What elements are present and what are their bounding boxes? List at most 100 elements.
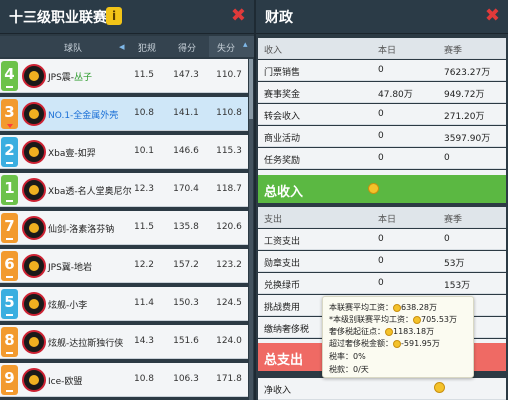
team-row[interactable]: 5 炫舰-小李 11.4 150.3 124.5 xyxy=(0,287,248,321)
rank-badge: 6 xyxy=(1,251,18,281)
finance-today: 0 xyxy=(378,234,384,244)
team-name-text: 炫舰-达拉斯独行侠 xyxy=(48,339,124,349)
col-fouls[interactable]: 犯规 xyxy=(138,41,156,54)
fouls-value: 12.3 xyxy=(133,184,155,194)
fouls-value: 10.8 xyxy=(133,374,155,384)
team-row[interactable]: 1 Xba透-名人堂奥尼尔 12.3 170.4 118.7 xyxy=(0,173,248,207)
rank-number: 6 xyxy=(4,255,15,273)
coin-icon xyxy=(413,315,421,324)
tip-value-avg: 638.28万 xyxy=(401,303,437,312)
against-value: 124.5 xyxy=(216,298,242,308)
rank-badge: 1 xyxy=(1,175,18,205)
rank-same-icon xyxy=(6,314,13,316)
tip-label-avg: 本联赛平均工资： xyxy=(329,303,393,312)
fouls-value: 11.5 xyxy=(133,222,155,232)
team-row[interactable]: 4 JPS震-丛子 11.5 147.3 110.7 xyxy=(0,59,248,93)
against-value: 110.8 xyxy=(216,108,242,118)
league-header: 十三级职业联赛 i ✖ xyxy=(0,0,254,34)
net-income-label: 净收入 xyxy=(264,386,292,396)
team-row[interactable]: 9 Ice-欧盟 10.8 106.3 171.8 xyxy=(0,363,248,397)
total-income-label: 总收入 xyxy=(264,185,304,200)
finance-season: 3597.90万 xyxy=(444,134,491,144)
team-logo xyxy=(22,292,46,316)
fouls-value: 11.5 xyxy=(133,70,155,80)
against-value: 115.3 xyxy=(216,146,242,156)
finance-row: 工资支出 0 0 xyxy=(258,229,506,250)
rank-number: 8 xyxy=(4,331,15,349)
table-header: 支出 本日 赛季 xyxy=(258,207,506,228)
team-name-text: JPS冀-地岩 xyxy=(48,263,93,273)
rank-same-icon xyxy=(6,86,13,88)
info-icon[interactable]: i xyxy=(106,7,122,25)
team-logo xyxy=(22,330,46,354)
col-category: 支出 xyxy=(264,215,283,225)
close-icon[interactable]: ✖ xyxy=(231,6,246,26)
rank-number: 5 xyxy=(4,293,15,311)
team-logo xyxy=(22,368,46,392)
against-value: 123.2 xyxy=(216,260,242,270)
close-icon[interactable]: ✖ xyxy=(485,6,500,26)
finance-category: 转会收入 xyxy=(264,112,301,122)
rank-number: 7 xyxy=(4,217,15,235)
finance-category: 工资支出 xyxy=(264,237,301,247)
col-season: 赛季 xyxy=(444,215,463,225)
team-name: 仙剑-洛素洛芬钠 xyxy=(48,222,114,235)
scrollbar[interactable] xyxy=(249,59,253,400)
sort-up-icon: ▴ xyxy=(243,40,248,50)
team-name: 炫舰-小李 xyxy=(48,298,87,311)
finance-category: 缴纳奢侈税 xyxy=(264,325,310,335)
col-points[interactable]: 得分 xyxy=(178,41,196,54)
tip-value-excess: -591.95万 xyxy=(401,339,440,348)
team-logo xyxy=(22,64,46,88)
team-name-text: 炫舰-小李 xyxy=(48,301,88,311)
sort-button[interactable]: 失分 ▴ xyxy=(209,36,254,57)
rank-badge: 8 xyxy=(1,327,18,357)
team-logo xyxy=(22,140,46,164)
coin-icon xyxy=(393,339,401,348)
team-name-suffix: 丛子 xyxy=(74,73,93,83)
finance-row: 兑换绿币 0 153万 xyxy=(258,273,506,294)
fouls-value: 14.3 xyxy=(133,336,155,346)
coin-icon xyxy=(368,183,379,194)
finance-season: 153万 xyxy=(444,281,471,291)
col-category: 收入 xyxy=(264,46,283,56)
team-name: Ice-欧盟 xyxy=(48,374,82,387)
tip-value-level-avg: 705.53万 xyxy=(421,315,457,324)
rank-same-icon xyxy=(6,200,13,202)
team-name: 炫舰-达拉斯独行侠 xyxy=(48,336,123,349)
finance-category: 商业活动 xyxy=(264,134,301,144)
finance-title: 财政 xyxy=(265,10,293,26)
points-value: 170.4 xyxy=(173,184,199,194)
total-income-bar: 总收入 xyxy=(258,175,506,203)
team-row[interactable]: 2 Xba壹-如羿 10.1 146.6 115.3 xyxy=(0,135,248,169)
points-value: 150.3 xyxy=(173,298,199,308)
team-name-text: JPS震- xyxy=(48,73,75,83)
luxury-tax-tooltip: 本联赛平均工资： 638.28万 *本级别联赛平均工资： 705.53万 奢侈税起征… xyxy=(322,296,474,378)
team-name-text: Xba壹-如羿 xyxy=(48,149,96,159)
tip-label-excess: 超过奢侈税金额： xyxy=(329,339,393,348)
fouls-value: 10.1 xyxy=(133,146,155,156)
points-value: 135.8 xyxy=(173,222,199,232)
finance-today: 0 xyxy=(378,65,384,75)
rank-same-icon xyxy=(6,352,13,354)
scroll-thumb[interactable] xyxy=(249,59,253,119)
rank-badge: 3 xyxy=(1,99,18,129)
chevron-left-icon[interactable]: ◂ xyxy=(119,40,125,53)
col-team[interactable]: 球队 xyxy=(64,41,82,54)
finance-season: 949.72万 xyxy=(444,90,485,100)
team-name-text: Xba透-名人堂奥尼尔 xyxy=(48,187,132,197)
rank-number: 4 xyxy=(4,65,15,83)
finance-today: 0 xyxy=(378,109,384,119)
rank-badge: 7 xyxy=(1,213,18,243)
team-row[interactable]: 8 炫舰-达拉斯独行侠 14.3 151.6 124.0 xyxy=(0,325,248,359)
rank-badge: 2 xyxy=(1,137,18,167)
coin-icon xyxy=(385,327,393,336)
col-against: 失分 xyxy=(217,44,236,54)
team-row[interactable]: 7 仙剑-洛素洛芬钠 11.5 135.8 120.6 xyxy=(0,211,248,245)
team-row[interactable]: 6 JPS冀-地岩 12.2 157.2 123.2 xyxy=(0,249,248,283)
col-today: 本日 xyxy=(378,215,397,225)
team-name-text: Ice-欧盟 xyxy=(48,377,83,387)
finance-today: 47.80万 xyxy=(378,90,413,100)
team-row[interactable]: 3 NO.1-全金属外壳 10.8 141.1 110.8 xyxy=(0,97,248,131)
finance-row: 任务奖励 0 0 xyxy=(258,148,506,169)
